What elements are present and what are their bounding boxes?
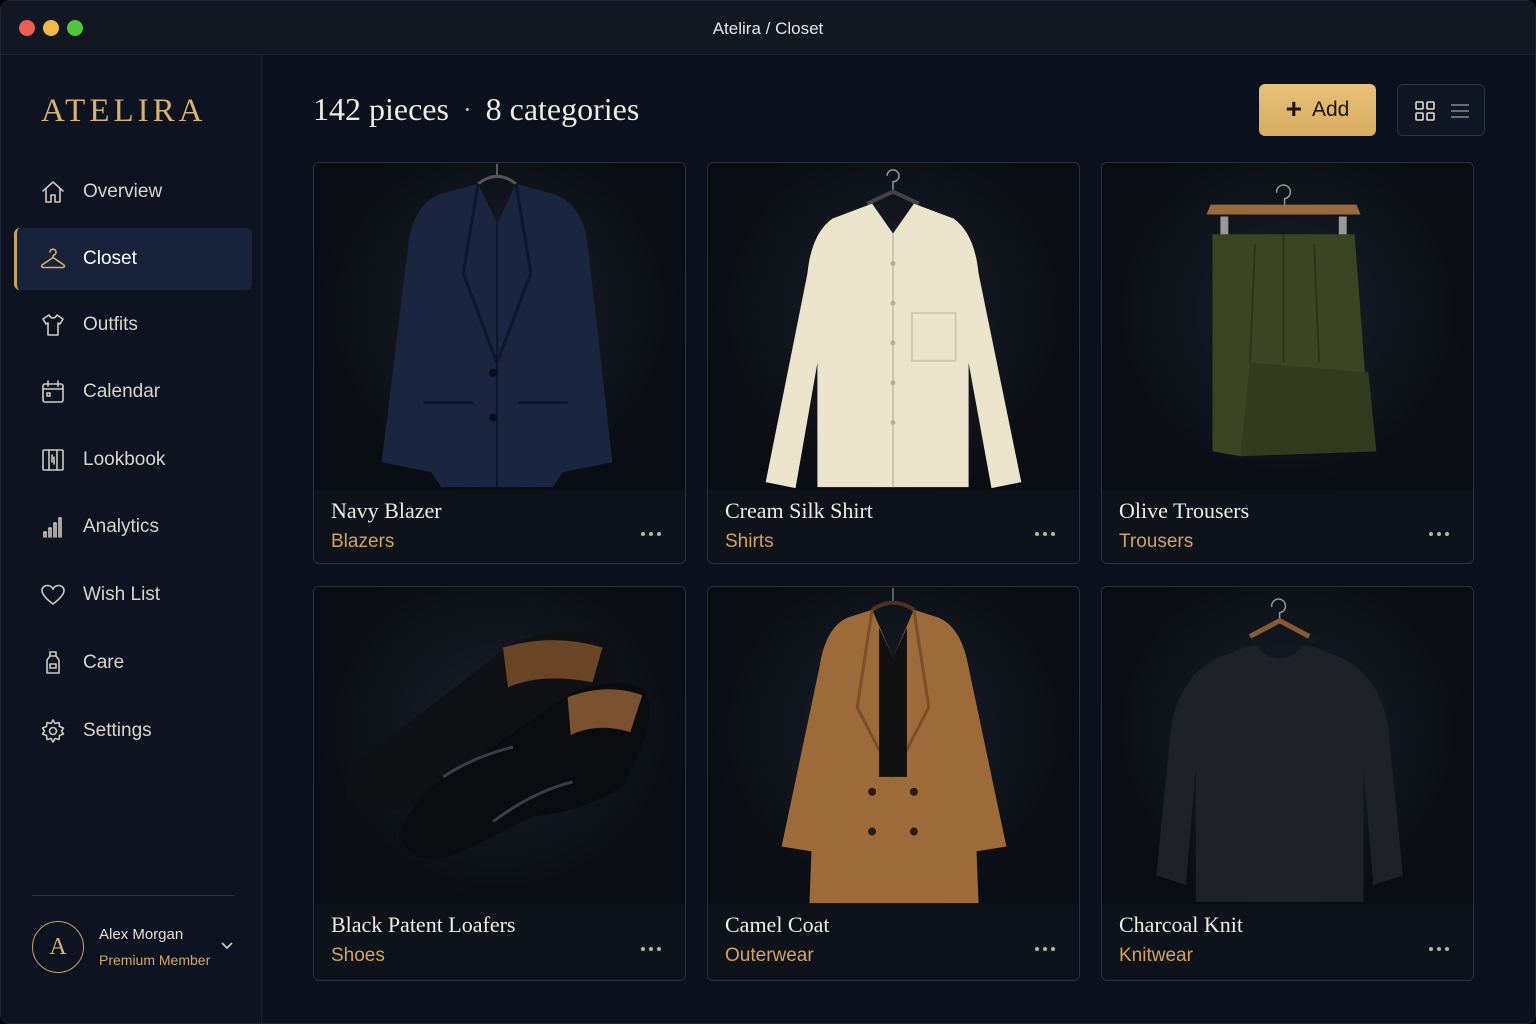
item-name: Navy Blazer bbox=[331, 498, 442, 523]
window-title: Atelira / Closet bbox=[712, 19, 824, 38]
more-options-icon[interactable] bbox=[1429, 938, 1453, 951]
list-view-icon[interactable] bbox=[1448, 99, 1472, 123]
gear-icon bbox=[39, 717, 67, 745]
sidebar-divider bbox=[32, 895, 235, 896]
item-category: Shirts bbox=[725, 531, 774, 552]
sidebar-item-label: Analytics bbox=[83, 516, 160, 537]
item-category: Blazers bbox=[331, 531, 395, 552]
heart-icon bbox=[39, 581, 67, 609]
charcoal-knit-image bbox=[1102, 587, 1473, 904]
sidebar-item-calendar[interactable]: Calendar bbox=[14, 361, 252, 423]
user-name: Alex Morgan bbox=[99, 926, 184, 943]
sidebar: ATELIRA Overview Closet Outfits Calendar bbox=[1, 55, 262, 1023]
calendar-icon bbox=[39, 378, 67, 406]
sidebar-item-label: Overview bbox=[83, 181, 163, 202]
item-category: Outerwear bbox=[725, 945, 814, 966]
sidebar-item-care[interactable]: Care bbox=[14, 632, 252, 694]
olive-trousers-image bbox=[1102, 163, 1473, 490]
item-name: Black Patent Loafers bbox=[331, 912, 516, 937]
item-card-olive-trousers[interactable]: Olive Trousers Trousers bbox=[1101, 162, 1474, 564]
sidebar-item-label: Settings bbox=[83, 720, 152, 741]
add-button-label: Add bbox=[1311, 98, 1350, 121]
app-logo: ATELIRA bbox=[41, 93, 207, 129]
item-name: Camel Coat bbox=[725, 912, 830, 937]
sidebar-item-label: Calendar bbox=[83, 381, 161, 402]
grid-view-icon[interactable] bbox=[1413, 99, 1437, 123]
sidebar-item-label: Care bbox=[83, 652, 125, 673]
more-options-icon[interactable] bbox=[1035, 938, 1059, 951]
item-card-charcoal-knit[interactable]: Charcoal Knit Knitwear bbox=[1101, 586, 1474, 981]
item-card-camel-coat[interactable]: Camel Coat Outerwear bbox=[707, 586, 1080, 981]
sidebar-item-label: Closet bbox=[83, 248, 137, 269]
page-title: 142 pieces · 8 categories bbox=[313, 91, 639, 128]
sidebar-item-wish-list[interactable]: Wish List bbox=[14, 564, 252, 626]
sidebar-item-label: Wish List bbox=[83, 584, 161, 605]
item-name: Olive Trousers bbox=[1119, 498, 1250, 523]
item-name: Cream Silk Shirt bbox=[725, 498, 873, 523]
more-options-icon[interactable] bbox=[641, 523, 665, 536]
chevron-down-icon bbox=[218, 936, 236, 954]
plus-icon: + bbox=[1285, 92, 1302, 124]
sidebar-item-closet[interactable]: Closet bbox=[14, 228, 252, 290]
more-options-icon[interactable] bbox=[1035, 523, 1059, 536]
add-item-button[interactable]: + Add bbox=[1259, 84, 1376, 136]
bottle-icon bbox=[39, 649, 67, 677]
user-profile-menu[interactable]: A Alex Morgan Premium Member bbox=[32, 921, 242, 975]
item-name: Charcoal Knit bbox=[1119, 912, 1244, 937]
item-card-navy-blazer[interactable]: Navy Blazer Blazers bbox=[313, 162, 686, 564]
item-category: Shoes bbox=[331, 945, 385, 966]
hanger-icon bbox=[39, 245, 67, 273]
item-card-black-patent-loafers[interactable]: Black Patent Loafers Shoes bbox=[313, 586, 686, 981]
sidebar-item-settings[interactable]: Settings bbox=[14, 700, 252, 762]
shirt-icon bbox=[39, 311, 67, 339]
piece-count: 142 pieces bbox=[313, 91, 449, 127]
sidebar-item-lookbook[interactable]: Lookbook bbox=[14, 429, 252, 491]
item-category: Knitwear bbox=[1119, 945, 1193, 966]
category-count: 8 categories bbox=[485, 91, 640, 127]
home-icon bbox=[39, 178, 67, 206]
view-toggle bbox=[1397, 84, 1485, 136]
sidebar-item-label: Lookbook bbox=[83, 449, 166, 470]
cream-silk-shirt-image bbox=[708, 163, 1079, 490]
navy-blazer-image bbox=[314, 163, 685, 490]
item-card-cream-silk-shirt[interactable]: Cream Silk Shirt Shirts bbox=[707, 162, 1080, 564]
more-options-icon[interactable] bbox=[641, 938, 665, 951]
title-separator: · bbox=[462, 94, 472, 124]
camel-coat-image bbox=[708, 587, 1079, 904]
avatar: A bbox=[32, 921, 84, 973]
item-category: Trousers bbox=[1119, 531, 1194, 552]
sidebar-item-overview[interactable]: Overview bbox=[14, 161, 252, 223]
book-icon bbox=[39, 446, 67, 474]
title-bar: Atelira / Closet bbox=[1, 1, 1535, 55]
app-window: Atelira / Closet ATELIRA Overview Closet… bbox=[0, 0, 1536, 1024]
sidebar-item-outfits[interactable]: Outfits bbox=[14, 294, 252, 356]
sidebar-item-analytics[interactable]: Analytics bbox=[14, 496, 252, 558]
sidebar-item-label: Outfits bbox=[83, 314, 138, 335]
bar-chart-icon bbox=[39, 513, 67, 541]
black-patent-loafers-image bbox=[314, 587, 685, 904]
more-options-icon[interactable] bbox=[1429, 523, 1453, 536]
user-membership: Premium Member bbox=[99, 952, 211, 968]
